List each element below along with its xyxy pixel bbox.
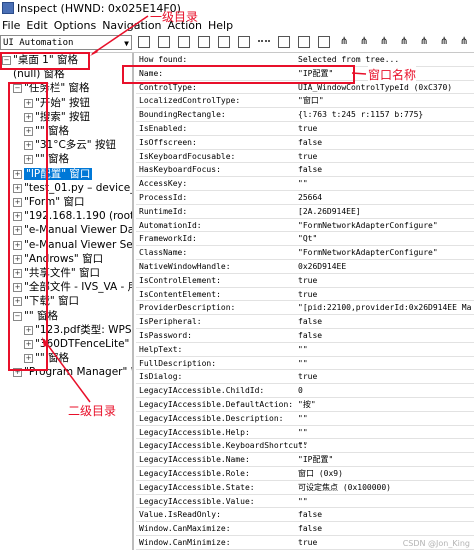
level2-arrow-line [43,339,91,403]
annotation-arrows [42,15,367,403]
level1-arrow-line [91,15,149,55]
level2-arrow-head [42,337,48,347]
watermark: CSDN @Jon_King [402,539,470,548]
window-name-arrow-line [351,72,367,75]
level1-arrow-head [90,50,98,56]
